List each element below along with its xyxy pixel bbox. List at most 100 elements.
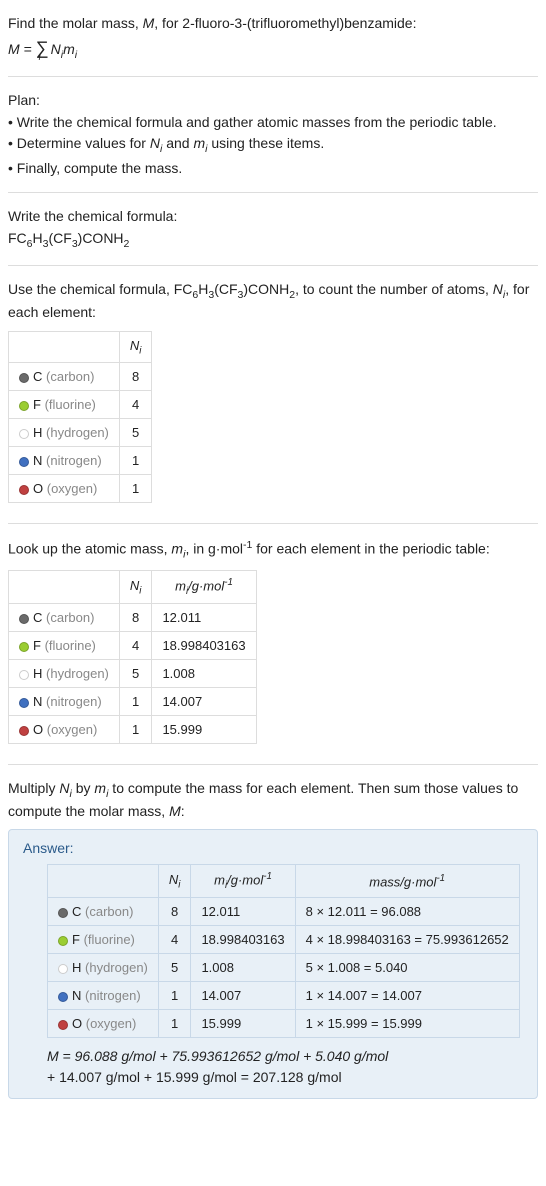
mi-cell: 18.998403163 — [152, 632, 256, 660]
intro-text: Find the molar mass, — [8, 15, 143, 31]
element-label: (hydrogen) — [85, 960, 148, 975]
mi-h-c2: /g·mol — [227, 873, 263, 888]
empty-header — [9, 331, 120, 363]
element-dot-icon — [58, 992, 68, 1002]
ms-6: for each element in the periodic table: — [252, 541, 489, 557]
ni-h-a3: N — [169, 872, 178, 887]
element-cell: C (carbon) — [9, 604, 120, 632]
element-symbol: O — [72, 1016, 82, 1031]
element-dot-icon — [19, 485, 29, 495]
ni-header: Ni — [119, 571, 152, 604]
element-label: (nitrogen) — [46, 694, 102, 709]
element-label: (fluorine) — [45, 638, 96, 653]
ni-cell: 1 — [119, 475, 152, 503]
mi-h-a: m — [175, 579, 186, 594]
element-dot-icon — [19, 670, 29, 680]
element-symbol: H — [72, 960, 81, 975]
intro-section: Find the molar mass, M, for 2-fluoro-3-(… — [8, 4, 538, 72]
mass-cell: 4 × 18.998403163 = 75.993612652 — [295, 926, 519, 954]
mu-1: Multiply — [8, 780, 59, 796]
mi-cell: 12.011 — [152, 604, 256, 632]
divider — [8, 192, 538, 193]
plan-section: Plan: • Write the chemical formula and g… — [8, 81, 538, 188]
formula-title: Write the chemical formula: — [8, 207, 538, 227]
mi-cell: 15.999 — [191, 1010, 295, 1038]
cf-3: H — [33, 230, 43, 246]
ms-2: m — [171, 541, 183, 557]
element-dot-icon — [58, 908, 68, 918]
molar-mass-formula: M = ∑iNimi — [8, 36, 538, 62]
table-header-row: Ni mi/g·mol-1 — [9, 571, 257, 604]
cs-5: (CF — [214, 281, 237, 297]
element-symbol: N — [33, 694, 42, 709]
mass-cell: 1 × 14.007 = 14.007 — [295, 982, 519, 1010]
element-cell: C (carbon) — [9, 363, 120, 391]
mi-header: mi/g·mol-1 — [152, 571, 256, 604]
element-dot-icon — [19, 401, 29, 411]
table-row: O (oxygen)115.999 — [9, 716, 257, 744]
element-label: (carbon) — [85, 904, 133, 919]
element-label: (carbon) — [46, 610, 94, 625]
var-N: N — [51, 41, 61, 57]
mi-cell: 14.007 — [191, 982, 295, 1010]
ni-cell: 5 — [119, 419, 152, 447]
answer-label: Answer: — [23, 840, 523, 856]
ni-header: Ni — [119, 331, 152, 363]
table-row: O (oxygen)115.9991 × 15.999 = 15.999 — [48, 1010, 520, 1038]
answer-table: Ni mi/g·mol-1 mass/g·mol-1 C (carbon)812… — [47, 864, 520, 1038]
table-row: F (fluorine)418.998403163 — [9, 632, 257, 660]
element-label: (nitrogen) — [85, 988, 141, 1003]
ni-cell: 1 — [158, 1010, 191, 1038]
table-header-row: Ni — [9, 331, 152, 363]
element-dot-icon — [19, 457, 29, 467]
ni-cell: 5 — [158, 954, 191, 982]
divider — [8, 76, 538, 77]
plan-bullet-3: • Finally, compute the mass. — [8, 159, 538, 179]
mi-h-a2: m — [214, 873, 225, 888]
table-row: C (carbon)8 — [9, 363, 152, 391]
cs-1: Use the chemical formula, FC — [8, 281, 192, 297]
element-symbol: N — [33, 453, 42, 468]
mass-cell: 1 × 15.999 = 15.999 — [295, 1010, 519, 1038]
eq-lhs: M = — [8, 41, 36, 57]
mass-text: Look up the atomic mass, mi, in g·mol-1 … — [8, 538, 538, 562]
element-symbol: N — [72, 988, 81, 1003]
ni-cell: 1 — [119, 447, 152, 475]
element-cell: H (hydrogen) — [9, 419, 120, 447]
mass-cell: 8 × 12.011 = 96.088 — [295, 898, 519, 926]
cs-7: )CONH — [243, 281, 289, 297]
cf-8: 2 — [124, 238, 130, 250]
element-cell: C (carbon) — [48, 898, 159, 926]
count-section: Use the chemical formula, FC6H3(CF3)CONH… — [8, 270, 538, 519]
element-cell: O (oxygen) — [48, 1010, 159, 1038]
chemical-formula: FC6H3(CF3)CONH2 — [8, 229, 538, 251]
mi-cell: 12.011 — [191, 898, 295, 926]
element-cell: H (hydrogen) — [9, 660, 120, 688]
ni-cell: 8 — [158, 898, 191, 926]
var-M: M — [143, 15, 155, 31]
mass-cell: 5 × 1.008 = 5.040 — [295, 954, 519, 982]
mi-cell: 1.008 — [152, 660, 256, 688]
element-symbol: F — [72, 932, 80, 947]
element-cell: O (oxygen) — [9, 475, 120, 503]
table-row: C (carbon)812.011 — [9, 604, 257, 632]
intro-text-2: , for 2-fluoro-3-(trifluoromethyl)benzam… — [154, 15, 416, 31]
cs-3: H — [198, 281, 208, 297]
ni-header: Ni — [158, 865, 191, 898]
sigma-icon: ∑ — [36, 38, 49, 58]
element-symbol: C — [72, 904, 81, 919]
multiply-section: Multiply Ni by mi to compute the mass fo… — [8, 769, 538, 1115]
plan-bullet-2: • Determine values for Ni and mi using t… — [8, 134, 538, 156]
pb2-N: N — [150, 135, 160, 151]
element-dot-icon — [19, 642, 29, 652]
element-label: (oxygen) — [86, 1016, 137, 1031]
table-row: O (oxygen)1 — [9, 475, 152, 503]
ni-h-b: i — [139, 345, 141, 356]
element-label: (carbon) — [46, 369, 94, 384]
element-label: (fluorine) — [45, 397, 96, 412]
divider — [8, 265, 538, 266]
ms-5: -1 — [243, 539, 252, 551]
table-row: N (nitrogen)1 — [9, 447, 152, 475]
mi-h-d: -1 — [224, 577, 233, 588]
element-dot-icon — [58, 936, 68, 946]
